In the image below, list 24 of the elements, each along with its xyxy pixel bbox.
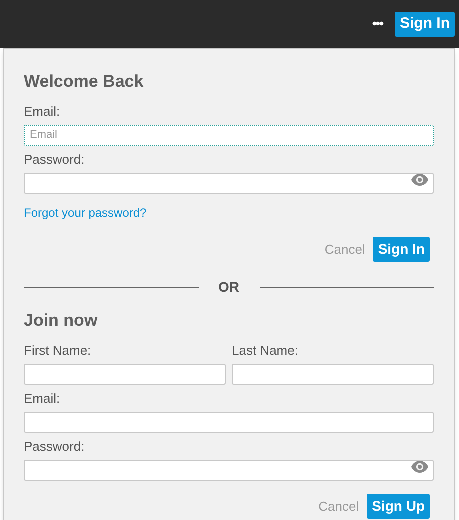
eye-icon[interactable] [411,174,429,186]
sign-in-button[interactable]: Sign In [395,12,455,36]
field-label: Password: [24,439,86,456]
sign-up-button[interactable]: Sign Up [367,494,430,519]
sign-in-submit-button[interactable]: Sign In [373,237,430,262]
field-label: Email: [24,391,62,408]
input-field[interactable] [232,364,434,384]
form-title: Join now [24,310,99,332]
more-menu[interactable]: ••• [372,14,383,34]
field-label: Last Name: [232,343,300,360]
eye-icon[interactable] [411,461,429,473]
or-divider-text: OR [218,278,240,296]
field-label: First Name: [24,343,92,360]
password-field[interactable] [24,460,434,480]
input-field[interactable] [24,412,434,432]
input-field[interactable]: Email [24,124,434,146]
forgot-password-link[interactable]: Forgot your password? [24,204,147,222]
cancel-button[interactable]: Cancel [324,240,366,260]
input-field[interactable] [24,364,226,384]
field-label: Password: [24,152,86,169]
cancel-button[interactable]: Cancel [318,496,360,516]
form-title: Welcome Back [24,71,145,93]
field-label: Email: [24,104,62,121]
password-field[interactable] [24,172,434,194]
